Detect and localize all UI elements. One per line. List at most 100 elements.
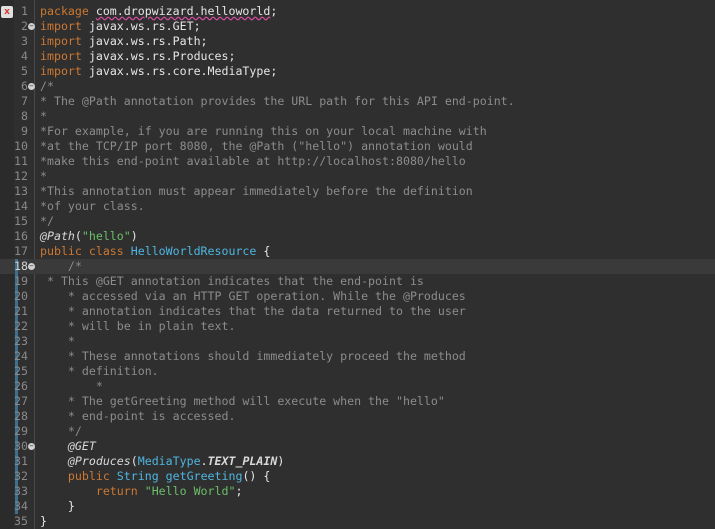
line-number: 15	[14, 214, 28, 228]
code-line[interactable]: 4 import javax.ws.rs.Produces;	[0, 49, 715, 64]
code-line[interactable]: 23 *	[0, 334, 715, 349]
code-line[interactable]: 27 * The getGreeting method will execute…	[0, 394, 715, 409]
code-text: }	[40, 514, 47, 529]
code-line[interactable]: 28 * end-point is accessed.	[0, 409, 715, 424]
code-text: * annotation indicates that the data ret…	[40, 304, 466, 319]
code-line[interactable]: 33 return "Hello World";	[0, 484, 715, 499]
code-text: import javax.ws.rs.Produces;	[40, 49, 235, 64]
code-line[interactable]: 2− import javax.ws.rs.GET;	[0, 19, 715, 34]
line-number: 9	[21, 124, 28, 138]
code-token: javax.ws.rs.Path;	[88, 34, 208, 48]
fold-toggle-icon[interactable]: −	[28, 263, 35, 270]
code-line[interactable]: 5 import javax.ws.rs.core.MediaType;	[0, 64, 715, 79]
code-token: * end-point is accessed.	[40, 409, 236, 423]
code-token: "Hello World"	[144, 484, 236, 498]
code-line[interactable]: 34 }	[0, 499, 715, 514]
code-text: *	[40, 169, 47, 184]
code-text: import javax.ws.rs.Path;	[40, 34, 208, 49]
code-line[interactable]: 18− /*	[0, 259, 715, 274]
code-token: import	[40, 34, 89, 48]
code-text: */	[40, 424, 82, 439]
code-token: /*	[40, 259, 82, 273]
code-line[interactable]: 15 */	[0, 214, 715, 229]
code-token: public class	[40, 244, 131, 258]
line-number: 22	[14, 319, 28, 333]
code-line[interactable]: 17 public class HelloWorldResource {	[0, 244, 715, 259]
fold-toggle-icon[interactable]: −	[28, 443, 35, 450]
code-token: package	[40, 4, 96, 18]
code-line[interactable]: 16 @Path("hello")	[0, 229, 715, 244]
code-token: * The @Path annotation provides the URL …	[40, 94, 515, 108]
code-line[interactable]: 25 * definition.	[0, 364, 715, 379]
code-text: *This annotation must appear immediately…	[40, 184, 473, 199]
line-number: 21	[14, 304, 28, 318]
code-line[interactable]: 8 *	[0, 109, 715, 124]
code-line[interactable]: 21 * annotation indicates that the data …	[0, 304, 715, 319]
code-text: * This @GET annotation indicates that th…	[40, 274, 424, 289]
code-token: }	[40, 499, 75, 513]
code-token: *This annotation must appear immediately…	[40, 184, 473, 198]
line-number: 29	[14, 424, 28, 438]
code-text: *For example, if you are running this on…	[40, 124, 487, 139]
code-line[interactable]: 26 *	[0, 379, 715, 394]
code-line[interactable]: 13 *This annotation must appear immediate…	[0, 184, 715, 199]
line-number: 16	[14, 229, 28, 243]
line-number: 23	[14, 334, 28, 348]
code-line[interactable]: 9 *For example, if you are running this o…	[0, 124, 715, 139]
line-number: 12	[14, 169, 28, 183]
code-text: @GET	[40, 439, 96, 454]
code-token: * definition.	[40, 364, 159, 378]
code-text: package com.dropwizard.helloworld;	[40, 4, 277, 19]
code-text: }	[40, 499, 75, 514]
line-number: 11	[14, 154, 28, 168]
code-token: public	[67, 469, 117, 483]
error-marker-icon[interactable]: x	[1, 6, 13, 18]
code-line[interactable]: 12 *	[0, 169, 715, 184]
code-line[interactable]: 19 * This @GET annotation indicates that…	[0, 274, 715, 289]
code-token: @Produces	[67, 454, 131, 468]
code-line[interactable]: 35}	[0, 514, 715, 529]
code-token: }	[40, 514, 47, 528]
code-token: MediaType	[137, 454, 201, 468]
code-line[interactable]: 22 * will be in plain text.	[0, 319, 715, 334]
code-text: * These annotations should immediately p…	[40, 349, 466, 364]
code-line[interactable]: 1 package com.dropwizard.helloworld;	[0, 4, 715, 19]
code-line[interactable]: 29 */	[0, 424, 715, 439]
java-code-editor[interactable]: 1 package com.dropwizard.helloworld; 2− imp…	[0, 0, 715, 529]
code-line[interactable]: 24 * These annotations should immediatel…	[0, 349, 715, 364]
code-token: HelloWorldResource	[130, 244, 257, 258]
code-line[interactable]: 32 public String getGreeting() {	[0, 469, 715, 484]
code-line[interactable]: 11 *make this end-point available at http…	[0, 154, 715, 169]
code-text: *	[40, 379, 103, 394]
code-token: TEXT_PLAIN	[207, 454, 278, 468]
code-token: "hello"	[81, 229, 131, 243]
code-line[interactable]: 6−/*	[0, 79, 715, 94]
line-number: 7	[21, 94, 28, 108]
code-token: */	[40, 424, 82, 438]
code-text: *	[40, 334, 75, 349]
line-number: 28	[14, 409, 28, 423]
code-line[interactable]: 30− @GET	[0, 439, 715, 454]
code-line[interactable]: 7 * The @Path annotation provides the URL…	[0, 94, 715, 109]
line-number: 30	[14, 439, 28, 453]
line-number: 35	[14, 514, 28, 528]
code-token: import	[40, 64, 89, 78]
code-token: .	[200, 454, 208, 468]
code-text: * will be in plain text.	[40, 319, 236, 334]
code-token: *of your class.	[40, 199, 145, 213]
code-token: import	[40, 19, 89, 33]
code-line[interactable]: 3 import javax.ws.rs.Path;	[0, 34, 715, 49]
code-token: * These annotations should immediately p…	[40, 349, 466, 363]
fold-toggle-icon[interactable]: −	[28, 83, 35, 90]
code-text: * The getGreeting method will execute wh…	[40, 394, 445, 409]
code-token: getGreeting	[165, 469, 243, 483]
code-line[interactable]: 20 * accessed via an HTTP GET operation.…	[0, 289, 715, 304]
code-line[interactable]: 14 *of your class.	[0, 199, 715, 214]
code-text: public class HelloWorldResource {	[40, 244, 270, 259]
code-line[interactable]: 10 *at the TCP/IP port 8080, the @Path ("…	[0, 139, 715, 154]
code-text: /*	[40, 79, 54, 94]
code-text: /*	[40, 259, 82, 274]
fold-toggle-icon[interactable]: −	[28, 23, 35, 30]
code-line[interactable]: 31 @Produces(MediaType.TEXT_PLAIN)	[0, 454, 715, 469]
